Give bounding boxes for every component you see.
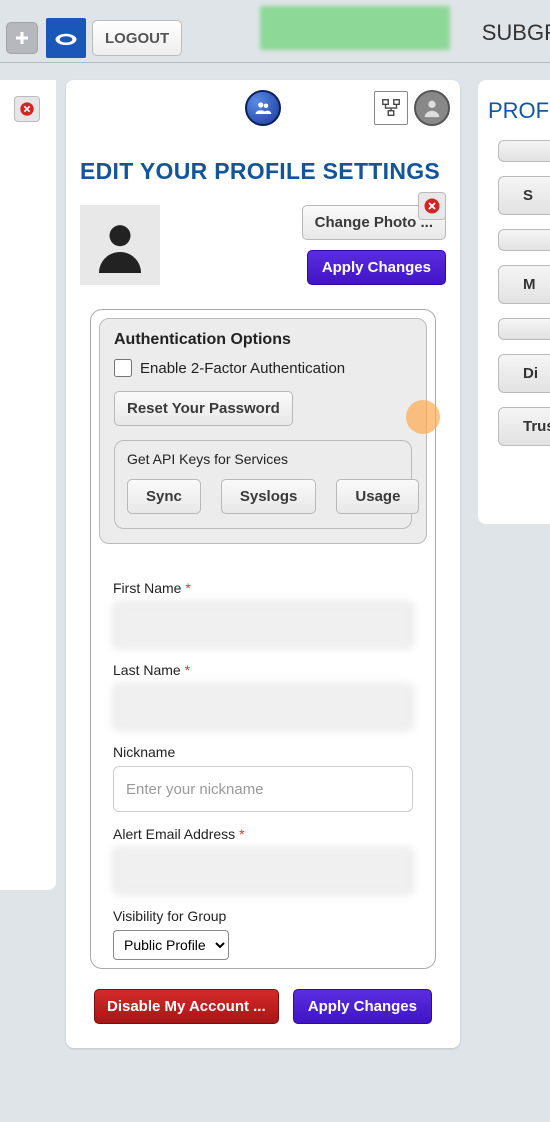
app-logo[interactable] bbox=[46, 18, 86, 58]
plus-icon bbox=[13, 29, 31, 47]
org-chart-icon bbox=[380, 97, 402, 119]
auth-title: Authentication Options bbox=[114, 331, 412, 349]
top-right-truncated-label: SUBGR bbox=[482, 20, 550, 46]
disable-account-button[interactable]: Disable My Account ... bbox=[94, 989, 279, 1024]
right-item-5[interactable]: Di bbox=[498, 354, 550, 393]
close-icon bbox=[19, 101, 35, 117]
nickname-label: Nickname bbox=[113, 744, 413, 760]
right-sidebar-title: PROF bbox=[488, 98, 550, 124]
enable-2fa-row[interactable]: Enable 2-Factor Authentication bbox=[114, 359, 412, 377]
people-icon bbox=[254, 99, 272, 117]
api-keys-box: Get API Keys for Services Sync Syslogs U… bbox=[114, 440, 412, 529]
first-name-input[interactable] bbox=[113, 602, 413, 648]
profile-photo bbox=[80, 205, 160, 285]
close-icon bbox=[423, 197, 441, 215]
alert-email-label: Alert Email Address * bbox=[113, 826, 413, 842]
api-keys-title: Get API Keys for Services bbox=[127, 451, 399, 467]
photo-row: Change Photo ... Apply Changes bbox=[80, 205, 446, 285]
enable-2fa-checkbox[interactable] bbox=[114, 359, 132, 377]
right-sidebar: PROF S M Di Trus bbox=[478, 80, 550, 524]
right-item-0[interactable] bbox=[498, 140, 550, 162]
alert-email-input[interactable] bbox=[113, 848, 413, 894]
api-sync-button[interactable]: Sync bbox=[127, 479, 201, 514]
visibility-label: Visibility for Group bbox=[113, 908, 413, 924]
cloud-icon bbox=[52, 28, 80, 48]
bottom-actions: Disable My Account ... Apply Changes bbox=[94, 989, 432, 1024]
right-item-3[interactable]: M bbox=[498, 265, 550, 304]
left-panel-close-button[interactable] bbox=[14, 96, 40, 122]
avatar-icon bbox=[421, 97, 443, 119]
first-name-label: First Name * bbox=[113, 580, 413, 596]
visibility-select[interactable]: Public Profile bbox=[113, 930, 229, 960]
org-chart-icon-button[interactable] bbox=[374, 91, 408, 125]
enable-2fa-label: Enable 2-Factor Authentication bbox=[140, 360, 345, 377]
profile-avatar-button[interactable] bbox=[414, 90, 450, 126]
last-name-input[interactable] bbox=[113, 684, 413, 730]
top-blurred-area bbox=[260, 6, 450, 50]
right-item-2[interactable] bbox=[498, 229, 550, 251]
left-collapsed-panel bbox=[0, 80, 56, 890]
silhouette-icon bbox=[92, 217, 148, 273]
auth-panel: Authentication Options Enable 2-Factor A… bbox=[90, 309, 436, 969]
page-title: EDIT YOUR PROFILE SETTINGS bbox=[80, 158, 446, 185]
apply-changes-top-button[interactable]: Apply Changes bbox=[307, 250, 446, 285]
right-item-4[interactable] bbox=[498, 318, 550, 340]
settings-card: EDIT YOUR PROFILE SETTINGS Change Photo … bbox=[66, 144, 460, 1048]
api-syslogs-button[interactable]: Syslogs bbox=[221, 479, 317, 514]
form-area: First Name * Last Name * Nickname Alert … bbox=[113, 580, 413, 960]
people-icon-button[interactable] bbox=[245, 90, 281, 126]
main-header bbox=[66, 80, 460, 136]
api-usage-button[interactable]: Usage bbox=[336, 479, 419, 514]
apply-changes-bottom-button[interactable]: Apply Changes bbox=[293, 989, 432, 1024]
logout-button[interactable]: LOGOUT bbox=[92, 20, 182, 56]
nickname-input[interactable] bbox=[113, 766, 413, 812]
reset-password-button[interactable]: Reset Your Password bbox=[114, 391, 293, 426]
right-item-1[interactable]: S bbox=[498, 176, 550, 215]
last-name-label: Last Name * bbox=[113, 662, 413, 678]
add-button[interactable] bbox=[6, 22, 38, 54]
right-item-6[interactable]: Trus bbox=[498, 407, 550, 446]
topbar-divider bbox=[0, 62, 550, 63]
main-card: EDIT YOUR PROFILE SETTINGS Change Photo … bbox=[66, 80, 460, 1048]
close-settings-button[interactable] bbox=[418, 192, 446, 220]
